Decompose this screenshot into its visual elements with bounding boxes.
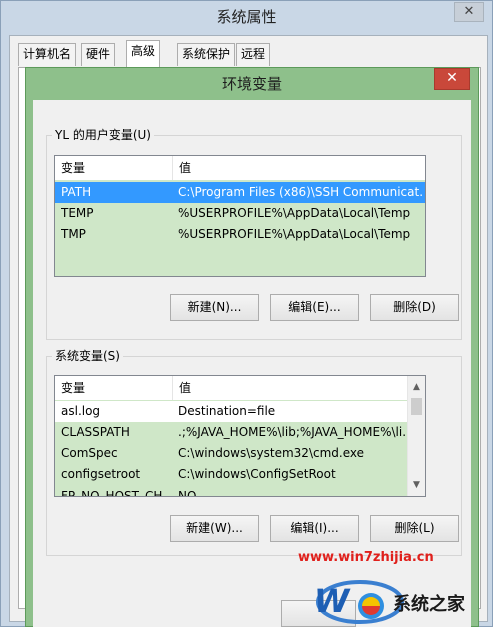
tab-hardware[interactable]: 硬件 (81, 43, 116, 66)
tab-advanced[interactable]: 高级 (126, 40, 161, 67)
column-header-value[interactable]: 值 (173, 156, 423, 180)
variable-name: configsetroot (61, 467, 141, 481)
variable-value: C:\windows\system32\cmd.exe (178, 446, 364, 460)
variable-name: TEMP (61, 206, 94, 220)
system-variables-header: 变量 值 (55, 376, 409, 401)
list-item[interactable]: configsetroot C:\windows\ConfigSetRoot (55, 464, 408, 485)
user-variables-group: YL 的用户变量(U) 变量 值 PATH C:\Program Files (… (46, 128, 462, 340)
list-item[interactable]: TEMP %USERPROFILE%\AppData\Local\Temp (55, 203, 425, 224)
list-item[interactable]: ComSpec C:\windows\system32\cmd.exe (55, 443, 408, 464)
dialog-client: YL 的用户变量(U) 变量 值 PATH C:\Program Files (… (33, 100, 471, 627)
variable-name: FP_NO_HOST_CH... (61, 489, 171, 497)
tab-system-protection[interactable]: 系统保护 (177, 43, 236, 66)
list-item[interactable]: TMP %USERPROFILE%\AppData\Local\Temp (55, 224, 425, 245)
system-delete-button[interactable]: 删除(L) (370, 515, 459, 542)
system-variables-group: 系统变量(S) 变量 值 asl.log Destination=file CL… (46, 349, 462, 556)
tab-computer-name[interactable]: 计算机名 (18, 43, 77, 66)
user-variables-header: 变量 值 (55, 156, 425, 181)
scroll-thumb[interactable] (411, 398, 422, 415)
column-header-variable[interactable]: 变量 (55, 156, 172, 180)
variable-value: %USERPROFILE%\AppData\Local\Temp (178, 227, 411, 241)
variable-value: NO (178, 489, 197, 497)
close-icon: ✕ (463, 4, 475, 19)
system-variables-legend: 系统变量(S) (52, 349, 123, 364)
list-item[interactable]: PATH C:\Program Files (x86)\SSH Communic… (55, 182, 425, 203)
list-item[interactable]: CLASSPATH .;%JAVA_HOME%\lib;%JAVA_HOME%\… (55, 422, 408, 443)
close-icon: ✕ (446, 70, 458, 86)
system-new-button[interactable]: 新建(W)... (170, 515, 259, 542)
system-variables-list[interactable]: 变量 值 asl.log Destination=file CLASSPATH … (54, 375, 426, 497)
variable-value: .;%JAVA_HOME%\lib;%JAVA_HOME%\li... (178, 425, 406, 439)
variable-name: TMP (61, 227, 86, 241)
scroll-up-arrow-icon[interactable]: ▲ (408, 379, 425, 396)
system-edit-button[interactable]: 编辑(I)... (270, 515, 359, 542)
variable-name: CLASSPATH (61, 425, 130, 439)
system-properties-title: 系统属性 (216, 8, 277, 26)
scroll-down-arrow-icon[interactable]: ▼ (408, 477, 425, 494)
column-header-variable[interactable]: 变量 (55, 376, 172, 400)
svg-text:W: W (314, 582, 351, 620)
list-item[interactable]: FP_NO_HOST_CH... NO (55, 486, 408, 497)
variable-value: Destination=file (178, 404, 276, 418)
variable-value: C:\windows\ConfigSetRoot (178, 467, 336, 481)
system-variables-scrollbar[interactable]: ▲ ▼ (407, 376, 425, 496)
variable-name: PATH (61, 185, 92, 199)
user-variables-list[interactable]: 变量 值 PATH C:\Program Files (x86)\SSH Com… (54, 155, 426, 277)
variable-value: %USERPROFILE%\AppData\Local\Temp (178, 206, 411, 220)
column-header-value[interactable]: 值 (173, 376, 409, 400)
system-properties-close-button[interactable]: ✕ (454, 2, 484, 22)
user-variables-legend: YL 的用户变量(U) (52, 128, 154, 143)
user-edit-button[interactable]: 编辑(E)... (270, 294, 359, 321)
user-delete-button[interactable]: 删除(D) (370, 294, 459, 321)
user-new-button[interactable]: 新建(N)... (170, 294, 259, 321)
watermark-url: www.win7zhijia.cn (298, 550, 434, 565)
environment-variables-dialog: 环境变量 ✕ YL 的用户变量(U) 变量 值 PATH C:\Program … (25, 67, 479, 627)
variable-value: C:\Program Files (x86)\SSH Communicat... (178, 185, 423, 199)
variable-name: ComSpec (61, 446, 118, 460)
variable-name: asl.log (61, 404, 101, 418)
user-variables-body: PATH C:\Program Files (x86)\SSH Communic… (55, 180, 425, 276)
dialog-close-button[interactable]: ✕ (434, 68, 470, 90)
dialog-title: 环境变量 (221, 75, 282, 93)
system-variables-body: asl.log Destination=file CLASSPATH .;%JA… (55, 400, 408, 496)
watermark-brand: 系统之家 (393, 594, 465, 615)
tab-remote[interactable]: 远程 (236, 43, 271, 66)
list-item[interactable]: asl.log Destination=file (55, 401, 408, 422)
